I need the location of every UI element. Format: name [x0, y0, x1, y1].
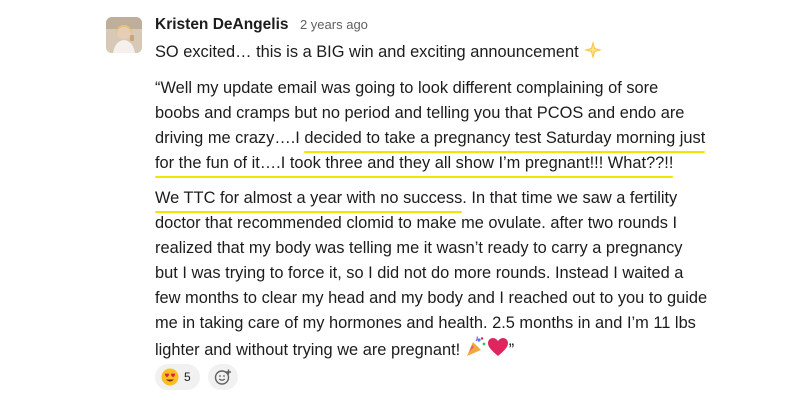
heart-eyes-emoji [161, 368, 179, 386]
highlighted-text: decided to take a pregnancy test Saturda… [304, 126, 705, 153]
sparkle-icon [583, 40, 603, 67]
message-line: but I was trying to force it, so I did n… [155, 261, 683, 285]
message-text: few months to clear my head and my body … [155, 289, 708, 307]
highlighted-text: for the fun of it….I took three and they… [155, 151, 674, 178]
avatar[interactable] [106, 17, 142, 53]
message-text: ” [508, 341, 515, 359]
author-name[interactable]: Kristen DeAngelis [155, 16, 289, 33]
add-reaction-button[interactable] [207, 364, 238, 390]
party-popper-icon [465, 336, 487, 365]
message-text: . In that time we saw a fertility [462, 189, 678, 207]
message-text: but I was trying to force it, so I did n… [155, 264, 684, 282]
red-heart-icon [487, 336, 509, 365]
message-text: driving me crazy….I [155, 129, 305, 147]
message-text: SO excited… this is a BIG win and exciti… [155, 43, 579, 61]
message-line: realized that my body was telling me it … [155, 236, 682, 260]
highlighted-text: We TTC for almost a year with no success [155, 186, 463, 213]
reaction-count: 5 [184, 370, 191, 384]
message-line: me in taking care of my hormones and hea… [155, 311, 696, 335]
message-line: We TTC for almost a year with no success… [155, 186, 678, 213]
message-text: me in taking care of my hormones and hea… [155, 314, 696, 332]
message-text: doctor that recommended clomid to make m… [155, 214, 678, 232]
message-header: Kristen DeAngelis 2 years ago [155, 16, 368, 38]
message-line: SO excited… this is a BIG win and exciti… [155, 40, 603, 67]
message-line: few months to clear my head and my body … [155, 286, 707, 310]
message-line: “Well my update email was going to look … [155, 76, 658, 100]
message-line: driving me crazy….I decided to take a pr… [155, 126, 705, 153]
message-text: realized that my body was telling me it … [155, 239, 683, 257]
timestamp[interactable]: 2 years ago [300, 17, 368, 32]
message-line: doctor that recommended clomid to make m… [155, 211, 677, 235]
message-line: lighter and without trying we are pregna… [155, 336, 514, 365]
message-text: “Well my update email was going to look … [155, 79, 659, 97]
add-reaction-icon [214, 368, 232, 386]
message: Kristen DeAngelis 2 years ago SO excited… [0, 0, 800, 400]
message-line: boobs and cramps but no period and telli… [155, 101, 684, 125]
message-line: for the fun of it….I took three and they… [155, 151, 674, 178]
message-text: boobs and cramps but no period and telli… [155, 104, 685, 122]
reactions-bar: 5 [155, 364, 238, 390]
message-text: lighter and without trying we are pregna… [155, 341, 465, 359]
reaction-heart-eyes[interactable]: 5 [155, 364, 200, 390]
